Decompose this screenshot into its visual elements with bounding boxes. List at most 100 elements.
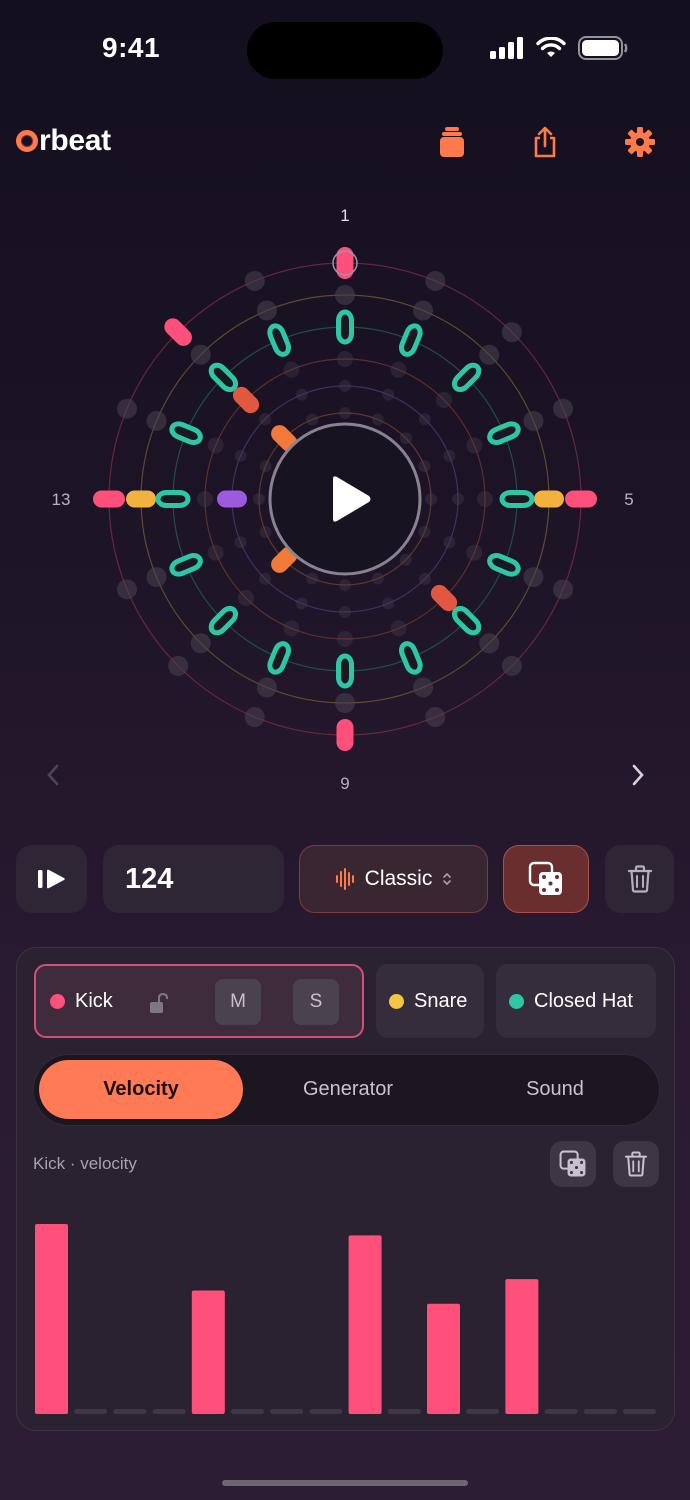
- velocity-bar-empty[interactable]: [152, 1409, 186, 1414]
- step-empty[interactable]: [382, 597, 395, 610]
- track-chip-kick[interactable]: Kick M S: [34, 964, 364, 1038]
- clear-pattern-button[interactable]: [605, 845, 674, 913]
- velocity-bar-empty[interactable]: [544, 1409, 578, 1414]
- clear-velocity-button[interactable]: [613, 1141, 659, 1187]
- step-empty[interactable]: [466, 544, 483, 561]
- step-empty[interactable]: [435, 392, 452, 409]
- step-empty[interactable]: [418, 460, 431, 473]
- step-active[interactable]: [451, 362, 482, 393]
- velocity-bar-empty[interactable]: [113, 1409, 147, 1414]
- step-empty[interactable]: [399, 553, 412, 566]
- step-active[interactable]: [487, 421, 521, 445]
- step-empty[interactable]: [259, 572, 272, 585]
- step-active[interactable]: [169, 553, 203, 577]
- step-empty[interactable]: [244, 270, 265, 291]
- style-selector[interactable]: Classic: [299, 845, 488, 913]
- step-empty[interactable]: [335, 693, 355, 713]
- step-active[interactable]: [399, 323, 423, 357]
- step-empty[interactable]: [553, 398, 574, 419]
- step-empty[interactable]: [238, 589, 255, 606]
- step-empty[interactable]: [335, 285, 355, 305]
- step-empty[interactable]: [116, 398, 137, 419]
- step-empty[interactable]: [295, 597, 308, 610]
- velocity-bar-empty[interactable]: [309, 1409, 343, 1414]
- step-empty[interactable]: [190, 633, 211, 654]
- step-empty[interactable]: [479, 633, 500, 654]
- velocity-bar[interactable]: [348, 1235, 382, 1414]
- step-empty[interactable]: [234, 536, 247, 549]
- step-empty[interactable]: [116, 579, 137, 600]
- step-empty[interactable]: [425, 493, 437, 505]
- step-active[interactable]: [336, 309, 354, 345]
- step-active[interactable]: [126, 490, 156, 508]
- step-empty[interactable]: [339, 380, 351, 392]
- step-empty[interactable]: [283, 361, 300, 378]
- velocity-bar-empty[interactable]: [387, 1409, 421, 1414]
- step-active[interactable]: [267, 323, 291, 357]
- step-empty[interactable]: [553, 579, 574, 600]
- step-empty[interactable]: [259, 460, 272, 473]
- play-button[interactable]: [268, 422, 422, 576]
- step-empty[interactable]: [168, 655, 189, 676]
- orbit-sequencer[interactable]: 1 5 9 13: [0, 195, 690, 805]
- library-button[interactable]: [432, 122, 472, 162]
- step-empty[interactable]: [337, 351, 353, 367]
- step-empty[interactable]: [295, 388, 308, 401]
- step-active[interactable]: [565, 490, 597, 508]
- step-empty[interactable]: [523, 410, 544, 431]
- step-empty[interactable]: [479, 344, 500, 365]
- step-empty[interactable]: [413, 300, 434, 321]
- step-empty[interactable]: [244, 707, 265, 728]
- velocity-bar[interactable]: [191, 1290, 225, 1415]
- step-empty[interactable]: [371, 413, 384, 426]
- step-empty[interactable]: [418, 572, 431, 585]
- step-empty[interactable]: [339, 579, 351, 591]
- step-active[interactable]: [487, 553, 521, 577]
- step-empty[interactable]: [207, 544, 224, 561]
- step-empty[interactable]: [306, 572, 319, 585]
- settings-button[interactable]: [620, 122, 660, 162]
- bpm-field[interactable]: 124: [103, 845, 284, 913]
- step-active[interactable]: [93, 490, 125, 508]
- velocity-bar-empty[interactable]: [583, 1409, 617, 1414]
- step-active[interactable]: [161, 315, 196, 350]
- step-empty[interactable]: [306, 413, 319, 426]
- velocity-bar[interactable]: [35, 1224, 68, 1414]
- step-empty[interactable]: [253, 493, 265, 505]
- step-empty[interactable]: [452, 493, 464, 505]
- step-active[interactable]: [208, 605, 239, 636]
- velocity-bar-empty[interactable]: [270, 1409, 304, 1414]
- track-chip-snare[interactable]: Snare: [376, 964, 484, 1038]
- step-empty[interactable]: [339, 606, 351, 618]
- step-empty[interactable]: [259, 413, 272, 426]
- prev-pattern-button[interactable]: [38, 760, 68, 790]
- step-empty[interactable]: [418, 413, 431, 426]
- step-empty[interactable]: [337, 631, 353, 647]
- step-active[interactable]: [155, 490, 191, 508]
- step-empty[interactable]: [190, 344, 211, 365]
- step-empty[interactable]: [146, 410, 167, 431]
- step-empty[interactable]: [443, 449, 456, 462]
- velocity-bar-empty[interactable]: [74, 1409, 108, 1414]
- step-empty[interactable]: [418, 525, 431, 538]
- track-chip-closed-hat[interactable]: Closed Hat: [496, 964, 656, 1038]
- randomize-velocity-button[interactable]: [550, 1141, 596, 1187]
- step-active[interactable]: [336, 719, 354, 751]
- step-empty[interactable]: [339, 407, 351, 419]
- tab-sound[interactable]: Sound: [453, 1060, 657, 1119]
- step-empty[interactable]: [501, 655, 522, 676]
- velocity-bar[interactable]: [427, 1303, 460, 1414]
- randomize-button[interactable]: [503, 845, 589, 913]
- step-empty[interactable]: [390, 361, 407, 378]
- step-empty[interactable]: [197, 491, 213, 507]
- unlock-icon[interactable]: [148, 992, 170, 1014]
- velocity-bar-empty[interactable]: [231, 1409, 264, 1414]
- step-empty[interactable]: [256, 677, 277, 698]
- step-empty[interactable]: [425, 270, 446, 291]
- velocity-bar-empty[interactable]: [623, 1409, 656, 1414]
- step-active[interactable]: [169, 421, 203, 445]
- step-empty[interactable]: [234, 449, 247, 462]
- step-active[interactable]: [336, 653, 354, 689]
- step-empty[interactable]: [371, 572, 384, 585]
- step-empty[interactable]: [413, 677, 434, 698]
